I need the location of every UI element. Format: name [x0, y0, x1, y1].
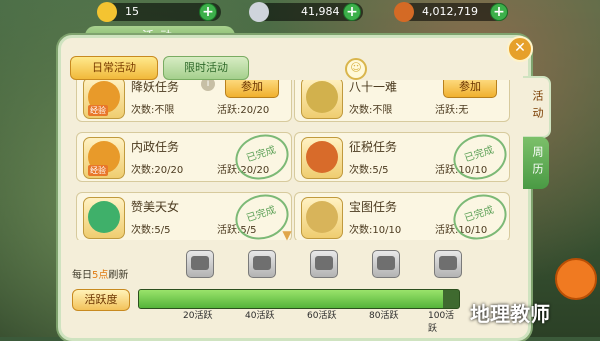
coins-icon — [301, 137, 343, 179]
milestone-label: 80活跃 — [369, 311, 399, 321]
left-hud — [6, 245, 56, 335]
side-tab-activity[interactable]: 活动 — [523, 76, 551, 138]
task-count: 次数:不限 — [131, 105, 175, 116]
copper-coin-icon — [394, 2, 414, 22]
chest-icon[interactable] — [248, 250, 276, 278]
watermark: 地理教师 — [470, 302, 550, 326]
task-count: 次数:不限 — [349, 105, 393, 116]
exp-tag: 经验 — [88, 165, 108, 176]
task-card[interactable]: 八十一难 次数:不限 活跃:无 参加 — [294, 80, 510, 122]
refresh-suffix: 刷新 — [108, 270, 129, 281]
add-silver-button[interactable]: + — [343, 3, 361, 21]
task-activity: 活跃:20/20 — [217, 105, 270, 116]
currency-bar: 15 + 41,984 + 4,012,719 + — [0, 0, 600, 24]
chest-icon[interactable] — [186, 250, 214, 278]
task-name: 降妖任务 — [131, 80, 180, 94]
info-icon[interactable]: i — [201, 80, 215, 91]
task-card[interactable]: 征税任务 次数:5/5 活跃:10/10 已完成 — [294, 127, 513, 187]
add-gold-button[interactable]: + — [199, 3, 217, 21]
progress-fill — [139, 290, 443, 308]
milestone-label: 60活跃 — [307, 311, 337, 321]
task-card[interactable]: 经验 内政任务 次数:20/20 活跃:20/20 已完成 — [76, 127, 295, 187]
gold-value: 15 — [125, 5, 139, 18]
join-button[interactable]: 参加 — [225, 80, 279, 98]
tab-daily[interactable]: 日常活动 — [70, 56, 158, 80]
task-name: 内政任务 — [131, 140, 180, 154]
task-count: 次数:20/20 — [131, 165, 184, 176]
milestone-label: 100活跃 — [428, 311, 455, 334]
completed-stamp: 已完成 — [447, 187, 513, 240]
completed-stamp: 已完成 — [447, 127, 513, 187]
silver-currency: 41,984 + — [249, 2, 363, 22]
copper-currency: 4,012,719 + — [394, 2, 508, 22]
milestone-labels: 20活跃 40活跃 60活跃 80活跃 100活跃 — [138, 308, 458, 334]
task-name: 宝图任务 — [349, 200, 398, 214]
reward-chests — [180, 250, 480, 280]
gold-ingot-icon — [97, 2, 117, 22]
task-count: 次数:5/5 — [349, 165, 389, 176]
refresh-hour: 5点 — [92, 270, 109, 281]
activity-button[interactable]: 活跃度 — [72, 289, 130, 311]
exp-bag-icon: 经验 — [83, 137, 125, 179]
exp-tag: 经验 — [88, 105, 108, 116]
task-name: 赞美天女 — [131, 200, 180, 214]
exp-bag-icon: 经验 — [83, 80, 125, 119]
task-list[interactable]: 经验 降妖任务 i 次数:不限 活跃:20/20 参加 八十一难 次数:不限 活… — [70, 80, 518, 240]
tab-limited[interactable]: 限时活动 — [163, 56, 249, 80]
task-name: 征税任务 — [349, 140, 398, 154]
join-button[interactable]: 参加 — [443, 80, 497, 98]
milestone-label: 40活跃 — [245, 311, 275, 321]
task-count: 次数:10/10 — [349, 225, 402, 236]
silver-ingot-icon — [249, 2, 269, 22]
mascot-icon — [555, 258, 597, 300]
task-card[interactable]: 经验 降妖任务 i 次数:不限 活跃:20/20 参加 — [76, 80, 292, 122]
refresh-prefix: 每日 — [72, 270, 92, 281]
chevron-down-icon[interactable]: ▼ — [280, 228, 294, 242]
completed-stamp: 已完成 — [229, 127, 295, 187]
green-bag-icon — [83, 197, 125, 239]
close-button[interactable]: ✕ — [507, 36, 533, 62]
copper-value: 4,012,719 — [422, 5, 478, 18]
chest-icon[interactable] — [372, 250, 400, 278]
milestone-label: 20活跃 — [183, 311, 213, 321]
gold-currency: 15 + — [97, 2, 221, 22]
activity-progress-bar — [138, 289, 460, 309]
chest-icon[interactable] — [310, 250, 338, 278]
add-copper-button[interactable]: + — [490, 3, 508, 21]
golden-staff-icon — [301, 80, 343, 119]
treasure-map-icon — [301, 197, 343, 239]
task-name: 八十一难 — [349, 80, 398, 94]
chest-icon[interactable] — [434, 250, 462, 278]
task-card[interactable]: 赞美天女 次数:5/5 活跃:5/5 已完成 — [76, 187, 295, 240]
silver-value: 41,984 — [301, 5, 340, 18]
smile-icon[interactable]: ☺ — [345, 58, 367, 80]
task-activity: 活跃:无 — [435, 105, 469, 116]
task-card[interactable]: 宝图任务 次数:10/10 活跃:10/10 已完成 — [294, 187, 513, 240]
side-tab-weekly[interactable]: 周历 — [523, 137, 549, 189]
refresh-note: 每日5点刷新 — [72, 266, 128, 281]
task-count: 次数:5/5 — [131, 225, 171, 236]
